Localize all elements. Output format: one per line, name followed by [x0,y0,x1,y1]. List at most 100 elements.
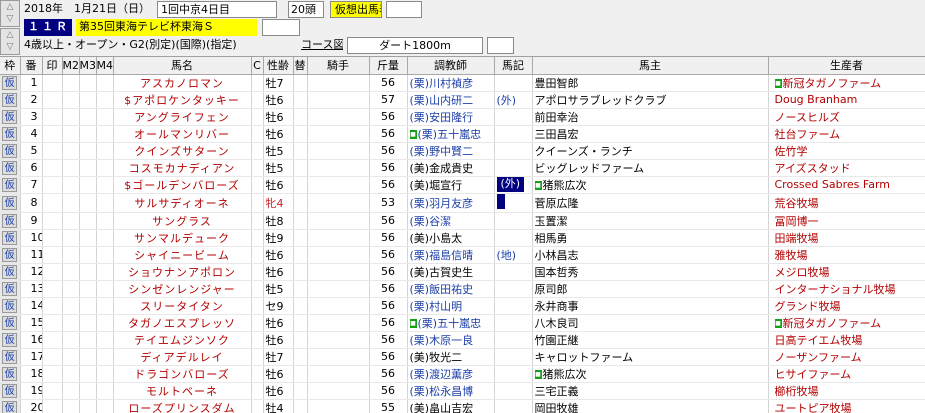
table-row[interactable]: 仮19 モルトベーネ牡6 56(栗)松永昌博 三宅正義 櫛桁牧場 [0,382,925,400]
jockey-cell[interactable] [307,159,370,177]
col-note[interactable]: 馬記 [494,57,533,75]
m2-cell[interactable] [62,108,80,126]
mark-cell[interactable] [42,297,63,315]
m4-cell[interactable] [96,176,114,194]
table-row[interactable]: 仮 2 $アポロケンタッキー 牡6 57 (栗)山内研二 (外) アポロサラブレッドクラブ Do… [0,91,925,109]
col-m2[interactable]: M2 [62,57,80,75]
m3-cell[interactable] [79,212,97,230]
table-row[interactable]: 仮10 サンマルデューク牡9 56(美)小島太 相馬勇 田端牧場 [0,229,925,247]
col-horse[interactable]: 馬名 [113,57,252,75]
m4-cell[interactable] [96,91,114,109]
table-row[interactable]: 仮 9 サングラス 牡8 56 (栗)谷潔 玉置潔 冨岡博一 [0,212,925,230]
mark-cell[interactable] [42,125,63,143]
m3-cell[interactable] [79,108,97,126]
m2-cell[interactable] [62,212,80,230]
mark-cell[interactable] [42,176,63,194]
kari-button[interactable]: 仮 [2,143,18,158]
m4-cell[interactable] [96,193,114,213]
horse-name[interactable]: サングラス [113,212,252,230]
m2-cell[interactable] [62,176,80,194]
horse-name[interactable]: アングライフェン [113,108,252,126]
jockey-cell[interactable] [307,314,370,332]
prev-race-button[interactable]: △ ▽ [0,0,20,27]
blank-field-3[interactable] [487,37,514,54]
jockey-cell[interactable] [307,348,370,366]
m3-cell[interactable] [79,263,97,281]
table-row[interactable]: 仮18ドラゴンバローズ牡656(栗)渡辺薫彦■猪熊広次ヒサイファーム [0,365,925,383]
mark-cell[interactable] [42,74,63,92]
m2-cell[interactable] [62,142,80,160]
kari-button[interactable]: 仮 [2,349,18,364]
kari-button[interactable]: 仮 [2,366,18,381]
horse-name[interactable]: ローズプリンスダム [113,399,252,413]
blank-field[interactable] [386,1,422,18]
kari-button[interactable]: 仮 [2,247,18,262]
mark-cell[interactable] [42,91,63,109]
horse-name[interactable]: $ゴールデンバローズ [113,176,252,194]
m4-cell[interactable] [96,212,114,230]
kari-button[interactable]: 仮 [2,126,18,141]
col-mark[interactable]: 印 [42,57,63,75]
horse-name[interactable]: テイエムジンソク [113,331,252,349]
kari-button[interactable]: 仮 [2,281,18,296]
kari-button[interactable]: 仮 [2,383,18,398]
kari-button[interactable]: 仮 [2,400,18,413]
m4-cell[interactable] [96,348,114,366]
m3-cell[interactable] [79,229,97,247]
m4-cell[interactable] [96,108,114,126]
table-row[interactable]: 仮13 シンゼンレンジャー牡5 56(栗)飯田祐史 原司郎 インターナショナル牧場 [0,280,925,298]
m4-cell[interactable] [96,365,114,383]
mark-cell[interactable] [42,314,63,332]
horse-name[interactable]: シンゼンレンジャー [113,280,252,298]
m3-cell[interactable] [79,280,97,298]
mark-cell[interactable] [42,212,63,230]
horse-name[interactable]: シャイニービーム [113,246,252,264]
jockey-cell[interactable] [307,399,370,413]
m4-cell[interactable] [96,74,114,92]
kari-button[interactable]: 仮 [2,109,18,124]
horse-name[interactable]: モルトベーネ [113,382,252,400]
table-row[interactable]: 仮20 ローズプリンスダム牡4 55(美)畠山吉宏 岡田牧雄 ユートピア牧場 [0,399,925,413]
jockey-cell[interactable] [307,193,370,213]
kari-button[interactable]: 仮 [2,177,18,192]
m4-cell[interactable] [96,297,114,315]
mark-cell[interactable] [42,263,63,281]
m3-cell[interactable] [79,348,97,366]
table-row[interactable]: 仮 3 アングライフェン 牡6 56 (栗)安田隆行 前田幸治 ノースヒルズ [0,108,925,126]
m2-cell[interactable] [62,382,80,400]
jockey-cell[interactable] [307,212,370,230]
m2-cell[interactable] [62,229,80,247]
m3-cell[interactable] [79,125,97,143]
m3-cell[interactable] [79,365,97,383]
col-change[interactable]: 替 [293,57,308,75]
mark-cell[interactable] [42,246,63,264]
next-race-button[interactable]: △ ▽ [0,28,20,55]
horse-name[interactable]: ドラゴンバローズ [113,365,252,383]
jockey-cell[interactable] [307,91,370,109]
col-c[interactable]: C [251,57,264,75]
kari-button[interactable]: 仮 [2,264,18,279]
kari-button[interactable]: 仮 [2,332,18,347]
m3-cell[interactable] [79,246,97,264]
jockey-cell[interactable] [307,246,370,264]
jockey-cell[interactable] [307,365,370,383]
jockey-cell[interactable] [307,229,370,247]
m2-cell[interactable] [62,314,80,332]
m4-cell[interactable] [96,382,114,400]
m4-cell[interactable] [96,125,114,143]
kari-button[interactable]: 仮 [2,75,18,90]
m4-cell[interactable] [96,229,114,247]
horse-name[interactable]: $アポロケンタッキー [113,91,252,109]
m3-cell[interactable] [79,176,97,194]
jockey-cell[interactable] [307,74,370,92]
jockey-cell[interactable] [307,280,370,298]
jockey-cell[interactable] [307,125,370,143]
table-row[interactable]: 仮 4 オールマンリバー 牡6 56 ■ (栗)五十嵐忠 三田昌宏 社台ファーム [0,125,925,143]
m2-cell[interactable] [62,263,80,281]
m2-cell[interactable] [62,91,80,109]
m2-cell[interactable] [62,125,80,143]
horse-name[interactable]: クインズサターン [113,142,252,160]
m2-cell[interactable] [62,365,80,383]
m2-cell[interactable] [62,331,80,349]
kari-button[interactable]: 仮 [2,298,18,313]
